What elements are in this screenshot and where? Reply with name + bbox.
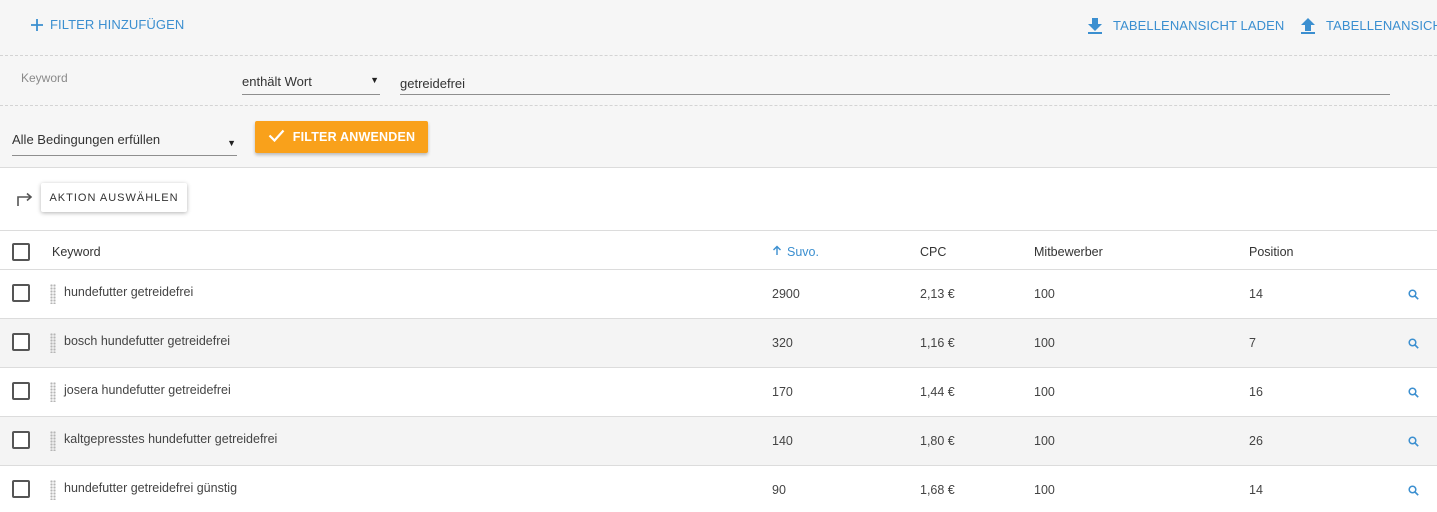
download-icon	[1087, 17, 1103, 34]
volume-cell: 170	[772, 385, 793, 399]
keyword-cell: kaltgepresstes hundefutter getreidefrei	[64, 432, 278, 446]
drag-handle-icon[interactable]	[50, 480, 56, 500]
position-cell: 26	[1249, 434, 1263, 448]
table-row: bosch hundefutter getreidefrei 320 1,16 …	[0, 319, 1437, 368]
match-mode-select[interactable]: Alle Bedingungen erfüllen ▼	[12, 128, 237, 156]
position-cell: 7	[1249, 336, 1256, 350]
drag-handle-icon[interactable]	[50, 382, 56, 402]
filter-toolbar: FILTER HINZUFÜGEN TABELLENANSICHT LADEN …	[0, 0, 1437, 56]
row-checkbox[interactable]	[12, 333, 30, 351]
cpc-cell: 1,68 €	[920, 483, 955, 497]
apply-filter-label: FILTER ANWENDEN	[292, 130, 416, 144]
volume-cell: 140	[772, 434, 793, 448]
caret-down-icon: ▼	[370, 75, 379, 85]
keyword-table: Keyword Suvo. CPC Mitbewerber Position h…	[0, 231, 1437, 512]
arrow-up-icon	[772, 245, 787, 259]
select-action-label: AKTION AUSWÄHLEN	[49, 191, 179, 204]
volume-cell: 320	[772, 336, 793, 350]
table-row: hundefutter getreidefrei 2900 2,13 € 100…	[0, 270, 1437, 319]
search-icon[interactable]	[1408, 338, 1419, 352]
select-all-checkbox[interactable]	[12, 243, 30, 261]
cpc-cell: 1,80 €	[920, 434, 955, 448]
keyword-cell: hundefutter getreidefrei	[64, 285, 194, 299]
table-row: kaltgepresstes hundefutter getreidefrei …	[0, 417, 1437, 466]
keyword-cell: bosch hundefutter getreidefrei	[64, 334, 231, 348]
upload-icon	[1300, 17, 1316, 34]
position-cell: 16	[1249, 385, 1263, 399]
filter-condition-row: Keyword enthält Wort ▼	[0, 56, 1437, 106]
volume-cell: 90	[772, 483, 786, 497]
competitors-cell: 100	[1034, 336, 1055, 350]
save-table-view-button[interactable]: TABELLENANSICHT	[1300, 17, 1437, 34]
volume-cell: 2900	[772, 287, 800, 301]
plus-icon	[30, 18, 44, 32]
search-icon[interactable]	[1408, 485, 1419, 499]
column-header-competitors[interactable]: Mitbewerber	[1034, 245, 1103, 259]
filter-panel: FILTER HINZUFÜGEN TABELLENANSICHT LADEN …	[0, 0, 1437, 168]
load-table-view-button[interactable]: TABELLENANSICHT LADEN	[1087, 17, 1284, 34]
select-action-button[interactable]: AKTION AUSWÄHLEN	[41, 183, 187, 212]
competitors-cell: 100	[1034, 483, 1055, 497]
column-header-volume-label: Suvo.	[787, 245, 819, 259]
row-checkbox[interactable]	[12, 431, 30, 449]
search-icon[interactable]	[1408, 289, 1419, 303]
check-icon	[268, 129, 293, 145]
redo-arrow-icon	[16, 191, 34, 212]
row-checkbox[interactable]	[12, 284, 30, 302]
column-header-cpc[interactable]: CPC	[920, 245, 946, 259]
column-header-position[interactable]: Position	[1249, 245, 1293, 259]
position-cell: 14	[1249, 483, 1263, 497]
filter-operator-select[interactable]: enthält Wort ▼	[242, 69, 380, 95]
add-filter-label: FILTER HINZUFÜGEN	[50, 17, 185, 32]
competitors-cell: 100	[1034, 287, 1055, 301]
keyword-cell: hundefutter getreidefrei günstig	[64, 481, 238, 495]
add-filter-button[interactable]: FILTER HINZUFÜGEN	[30, 17, 184, 32]
save-table-view-label: TABELLENANSICHT	[1326, 18, 1437, 33]
cpc-cell: 1,16 €	[920, 336, 955, 350]
keyword-cell: josera hundefutter getreidefrei	[64, 383, 231, 397]
caret-down-icon: ▼	[227, 138, 236, 148]
search-icon[interactable]	[1408, 387, 1419, 401]
column-header-volume[interactable]: Suvo.	[772, 245, 819, 259]
match-mode-value: Alle Bedingungen erfüllen	[12, 132, 161, 147]
filter-operator-value: enthält Wort	[242, 74, 312, 89]
table-row: josera hundefutter getreidefrei 170 1,44…	[0, 368, 1437, 417]
competitors-cell: 100	[1034, 385, 1055, 399]
filter-field-label: Keyword	[21, 71, 68, 85]
competitors-cell: 100	[1034, 434, 1055, 448]
position-cell: 14	[1249, 287, 1263, 301]
drag-handle-icon[interactable]	[50, 431, 56, 451]
cpc-cell: 2,13 €	[920, 287, 955, 301]
row-checkbox[interactable]	[12, 382, 30, 400]
row-checkbox[interactable]	[12, 480, 30, 498]
load-table-view-label: TABELLENANSICHT LADEN	[1113, 18, 1285, 33]
column-header-keyword[interactable]: Keyword	[52, 245, 101, 259]
drag-handle-icon[interactable]	[50, 333, 56, 353]
bulk-action-bar: AKTION AUSWÄHLEN	[0, 168, 1437, 231]
cpc-cell: 1,44 €	[920, 385, 955, 399]
drag-handle-icon[interactable]	[50, 284, 56, 304]
search-icon[interactable]	[1408, 436, 1419, 450]
table-header: Keyword Suvo. CPC Mitbewerber Position	[0, 231, 1437, 270]
filter-value-input[interactable]	[400, 69, 1390, 95]
table-row: hundefutter getreidefrei günstig 90 1,68…	[0, 466, 1437, 512]
apply-filter-button[interactable]: FILTER ANWENDEN	[255, 121, 428, 153]
